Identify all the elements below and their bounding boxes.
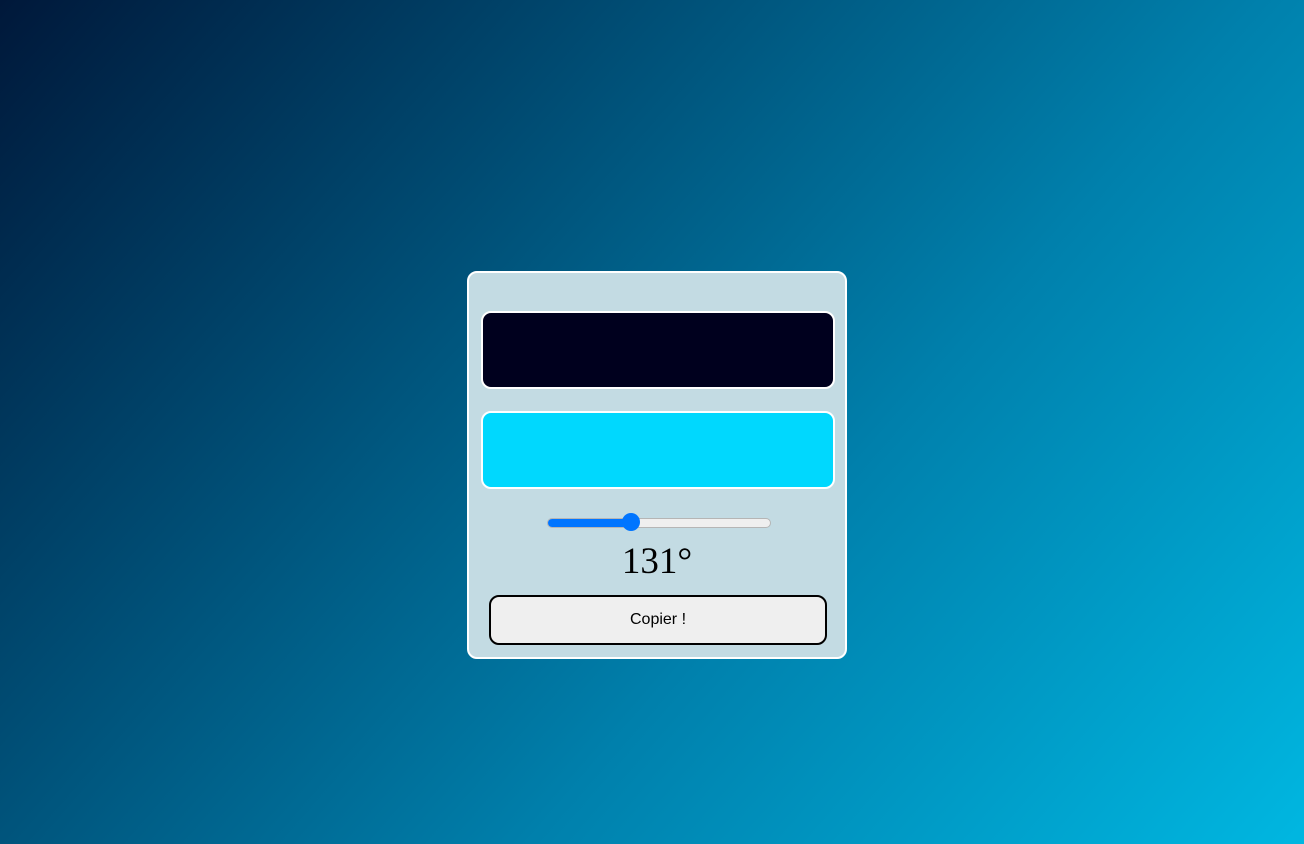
angle-value: 131°: [621, 541, 693, 582]
angle-slider-thumb[interactable]: [621, 513, 640, 531]
angle-slider-track[interactable]: [547, 518, 771, 528]
gradient-card: 131° Copier !: [467, 271, 847, 659]
angle-slider-fill: [548, 519, 632, 527]
copy-button[interactable]: Copier !: [489, 595, 827, 645]
first-color-picker[interactable]: [481, 311, 835, 389]
second-color-picker[interactable]: [481, 411, 835, 489]
angle-slider[interactable]: [547, 513, 771, 533]
